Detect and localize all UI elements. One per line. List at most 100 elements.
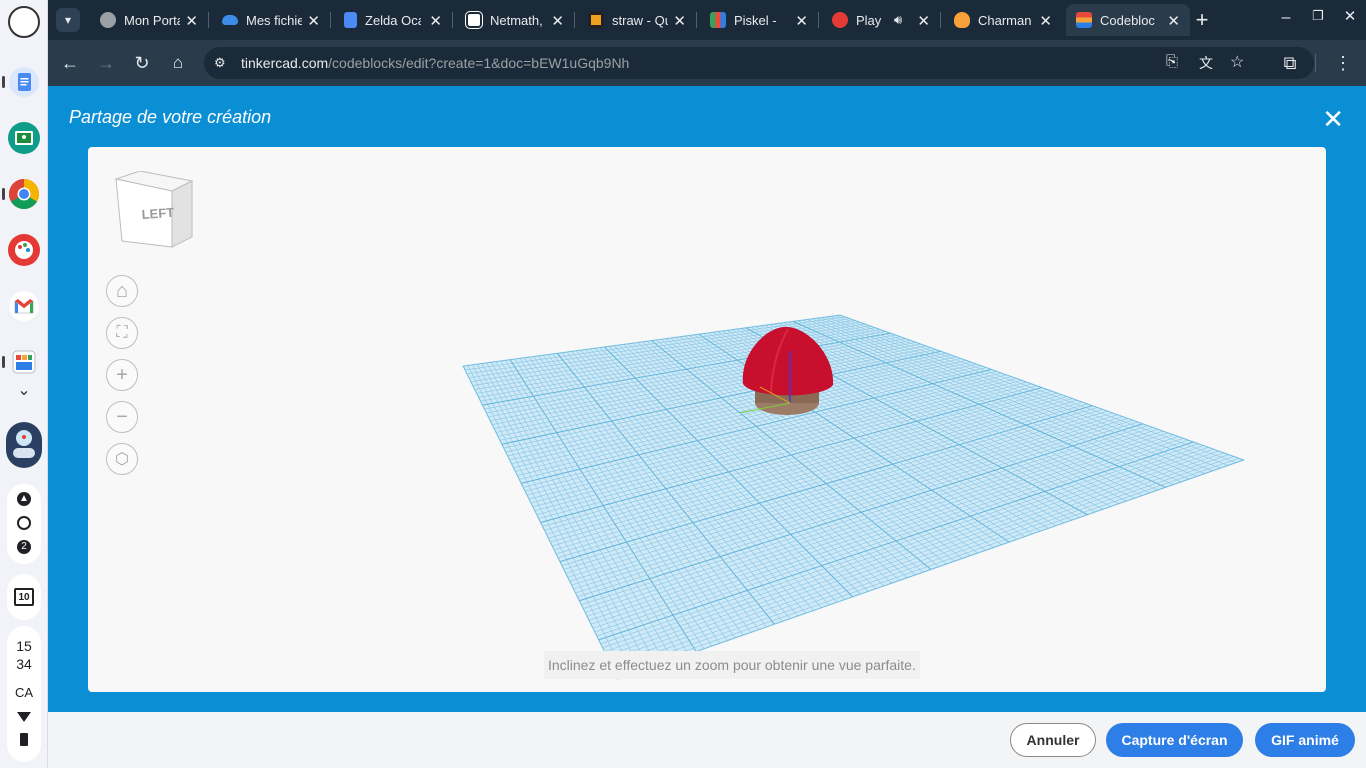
zoom-out-button[interactable]: −: [106, 401, 138, 433]
tab-mes-fichiers[interactable]: Mes fichie ✕: [212, 4, 330, 36]
launcher-button[interactable]: [8, 6, 40, 38]
docs-icon[interactable]: [6, 64, 42, 100]
grid-line: [580, 349, 814, 611]
home-icon[interactable]: ⌂: [166, 51, 190, 75]
netmath-icon: [466, 12, 482, 28]
clock-hours: 15: [16, 638, 32, 654]
bookmark-star-icon[interactable]: ☆: [1230, 52, 1244, 72]
perspective-toggle-button[interactable]: ⬡: [106, 443, 138, 475]
close-tab-icon[interactable]: ✕: [1167, 12, 1180, 30]
close-tab-icon[interactable]: ✕: [1039, 12, 1052, 30]
user-avatar[interactable]: [6, 422, 42, 468]
codeblocks-app-icon[interactable]: [6, 344, 42, 380]
site-settings-icon[interactable]: ⚙: [214, 55, 226, 71]
screenshot-button[interactable]: Capture d'écran: [1106, 723, 1243, 757]
view-cube[interactable]: LEFT: [112, 171, 196, 257]
tab-straw-quizlet[interactable]: straw - Qu ✕: [578, 4, 696, 36]
grid-line: [486, 362, 658, 666]
3d-model[interactable]: [739, 326, 834, 415]
new-tab-button[interactable]: +: [1190, 8, 1214, 32]
wifi-icon: [17, 712, 31, 722]
grid-line: [583, 427, 1154, 609]
browser-toolbar: ← → ↻ ⌂ ⚙ tinkercad.com/codeblocks/edit?…: [48, 40, 1366, 86]
close-tab-icon[interactable]: ✕: [429, 12, 442, 30]
close-tab-icon[interactable]: ✕: [307, 12, 320, 30]
calendar-tray[interactable]: 10: [7, 574, 41, 620]
grid-line: [617, 459, 1244, 679]
tab-charmander[interactable]: Charman ✕: [944, 4, 1062, 36]
tab-divider: [574, 12, 575, 28]
tab-netmath[interactable]: Netmath, ✕: [456, 4, 574, 36]
url-text[interactable]: tinkercad.com/codeblocks/edit?create=1&d…: [241, 55, 629, 71]
close-icon[interactable]: ✕: [1322, 106, 1344, 132]
close-tab-icon[interactable]: ✕: [795, 12, 808, 30]
speaker-icon[interactable]: 🔊︎: [894, 12, 902, 28]
menu-icon[interactable]: ⋮: [1331, 51, 1355, 75]
home-view-button[interactable]: ⌂: [106, 275, 138, 307]
extensions-icon[interactable]: ⧉: [1278, 51, 1302, 75]
grid-line: [707, 332, 1026, 537]
grid-line: [684, 335, 986, 551]
classroom-icon[interactable]: [6, 120, 42, 156]
close-tab-icon[interactable]: ✕: [917, 12, 930, 30]
tab-zelda[interactable]: Zelda Oca ✕: [334, 4, 452, 36]
grid-line: [566, 351, 791, 619]
grid-line: [600, 443, 1199, 645]
grid-line: [590, 434, 1174, 625]
tab-play[interactable]: Play I 🔊︎ ✕: [822, 4, 940, 36]
close-tab-icon[interactable]: ✕: [673, 12, 686, 30]
grid-line: [514, 358, 705, 650]
grid-line: [511, 360, 967, 465]
cancel-button[interactable]: Annuler: [1010, 723, 1096, 757]
tab-mon-portail[interactable]: Mon Porta ✕: [90, 4, 208, 36]
grid-line: [612, 454, 1229, 668]
grid-line: [507, 356, 957, 457]
grid-line: [722, 330, 1049, 529]
zoom-in-button[interactable]: +: [106, 359, 138, 391]
window-close-icon[interactable]: ✕: [1338, 5, 1362, 29]
tab-title: Piskel -: [734, 12, 777, 28]
address-bar[interactable]: ⚙ tinkercad.com/codeblocks/edit?create=1…: [204, 47, 1314, 79]
restore-icon[interactable]: ❐: [1306, 4, 1330, 28]
status-tray[interactable]: ▲ 2: [7, 484, 41, 564]
tab-codeblocks[interactable]: Codebloc ✕: [1066, 4, 1190, 36]
fit-view-button[interactable]: ⛶: [106, 317, 138, 349]
animated-gif-button[interactable]: GIF animé: [1255, 723, 1355, 757]
chrome-icon[interactable]: [6, 176, 42, 212]
3d-viewport[interactable]: LEFT ⌂ ⛶ + − ⬡ Inclinez et effectuez un …: [88, 147, 1326, 692]
tab-divider: [696, 12, 697, 28]
system-tray[interactable]: 15 34 CA: [7, 626, 41, 762]
grid-line: [802, 319, 1182, 483]
grid-line: [698, 333, 1010, 543]
tab-piskel[interactable]: Piskel - ✕: [700, 4, 818, 36]
grid-line: [592, 436, 1179, 629]
docs-icon: [344, 12, 357, 28]
back-icon[interactable]: ←: [58, 51, 82, 75]
chevron-down-icon[interactable]: ⌄: [6, 378, 42, 402]
grid-line: [546, 392, 1058, 535]
forward-icon[interactable]: →: [94, 51, 118, 75]
grid-line: [544, 390, 1053, 531]
close-tab-icon[interactable]: ✕: [185, 12, 198, 30]
close-tab-icon[interactable]: ✕: [551, 12, 564, 30]
grid-line: [797, 320, 1174, 485]
grid-line: [627, 343, 893, 584]
translate-icon[interactable]: 文: [1199, 53, 1213, 73]
grid-line: [530, 378, 1017, 504]
grid-line: [500, 360, 681, 658]
gmail-icon[interactable]: [6, 288, 42, 324]
minimize-icon[interactable]: –: [1274, 6, 1298, 30]
grid-line: [608, 450, 1219, 660]
grid-line: [556, 352, 775, 625]
grid-line: [590, 348, 830, 606]
install-app-icon[interactable]: ⎘: [1166, 53, 1178, 70]
paint-icon[interactable]: [6, 232, 42, 268]
grid-line: [470, 321, 861, 382]
grid-line: [637, 342, 908, 578]
grid-line: [646, 340, 924, 573]
reload-icon[interactable]: ↻: [130, 51, 154, 75]
grid-line: [764, 324, 1119, 505]
tab-search-icon[interactable]: ▾: [56, 8, 80, 32]
grid-line: [553, 399, 1078, 551]
grid-line: [788, 321, 1159, 491]
